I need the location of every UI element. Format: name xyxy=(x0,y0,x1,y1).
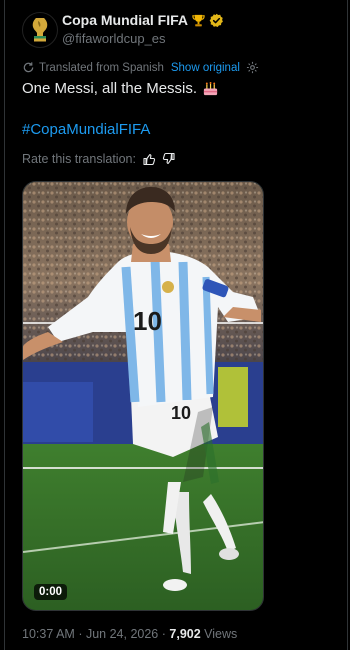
verified-badge-icon[interactable] xyxy=(209,13,224,28)
fifa-trophy-logo-icon xyxy=(32,18,48,42)
video-player[interactable]: 10 10 0:00 xyxy=(22,181,264,611)
thumbs-up-icon[interactable] xyxy=(142,152,156,166)
rate-label: Rate this translation: xyxy=(22,152,136,166)
video-timecode[interactable]: 0:00 xyxy=(34,584,68,600)
column-border-right xyxy=(347,0,348,650)
tweet-detail-view: Copa Mundial FIFA @fifaworldcup_es Trans… xyxy=(0,0,350,650)
tweet-text: One Messi, all the Messis. xyxy=(22,80,219,97)
tweet-time[interactable]: 10:37 AM xyxy=(22,627,75,641)
hashtag-link[interactable]: #CopaMundialFIFA xyxy=(22,121,150,138)
birthday-cake-icon xyxy=(203,81,218,96)
meta-separator: · xyxy=(78,627,83,641)
views-label: Views xyxy=(204,627,238,641)
shorts-number: 10 xyxy=(171,403,191,423)
tweet-date[interactable]: Jun 24, 2026 xyxy=(86,627,158,641)
translation-notice: Translated from Spanish Show original xyxy=(22,61,259,74)
translated-from-label: Translated from Spanish xyxy=(39,61,164,74)
refresh-translate-icon xyxy=(23,62,34,73)
views-count[interactable]: 7,902 xyxy=(169,627,200,641)
display-name[interactable]: Copa Mundial FIFA xyxy=(62,12,188,28)
jersey-front-number: 10 xyxy=(133,306,162,336)
name-row: Copa Mundial FIFA xyxy=(62,12,224,28)
meta-separator-2: · xyxy=(161,627,166,641)
gear-icon[interactable] xyxy=(246,61,259,74)
tweet-meta: 10:37 AM · Jun 24, 2026 · 7,902 Views xyxy=(22,627,237,641)
tweet-body: One Messi, all the Messis. xyxy=(22,80,198,97)
video-frame-image: 10 10 xyxy=(23,182,263,610)
trophy-icon xyxy=(192,14,205,26)
show-original-link[interactable]: Show original xyxy=(171,62,240,74)
tweet-header: Copa Mundial FIFA @fifaworldcup_es xyxy=(22,10,342,48)
account-handle[interactable]: @fifaworldcup_es xyxy=(62,31,166,46)
avatar[interactable] xyxy=(22,12,58,48)
column-border-left xyxy=(4,0,5,650)
thumbs-down-icon[interactable] xyxy=(162,152,176,166)
rate-translation: Rate this translation: xyxy=(22,152,176,166)
